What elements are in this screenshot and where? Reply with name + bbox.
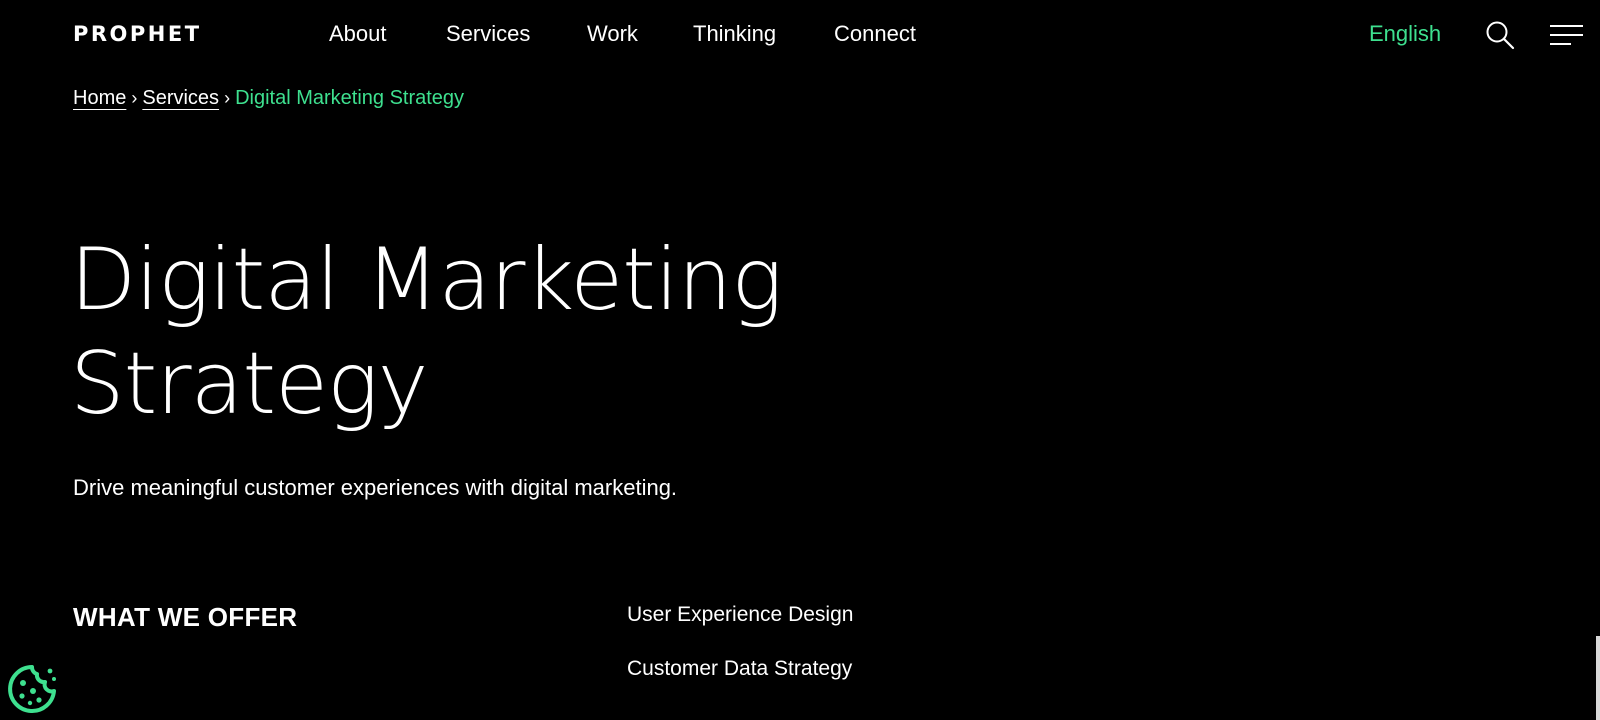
cookie-icon[interactable] [6,663,58,715]
page-subtitle: Drive meaningful customer experiences wi… [73,475,678,500]
nav-about[interactable]: About [329,21,387,47]
breadcrumb-services[interactable]: Services [142,87,219,109]
nav-work[interactable]: Work [587,21,638,47]
search-icon[interactable] [1485,20,1515,50]
breadcrumb: Home › Services › Digital Marketing Strategy [73,87,464,110]
page-title-line-1: Digital Marketing [70,230,783,330]
nav-connect[interactable]: Connect [834,21,916,47]
page: PROPHET About Services Work Thinking Con… [0,0,1600,720]
offer-heading: WHAT WE OFFER [73,602,298,632]
offer-list: User Experience Design Customer Data Str… [627,603,853,711]
breadcrumb-separator: › [131,88,138,108]
hamburger-menu-icon[interactable] [1549,21,1584,49]
language-selector[interactable]: English [1369,21,1441,47]
breadcrumb-current: Digital Marketing Strategy [235,87,465,109]
nav-thinking[interactable]: Thinking [693,21,776,47]
breadcrumb-separator: › [224,88,231,108]
offer-item-user-experience-design[interactable]: User Experience Design [627,603,853,657]
prophet-logo[interactable]: PROPHET [73,22,202,46]
breadcrumb-home[interactable]: Home [73,87,126,109]
page-title-line-2: Strategy [70,334,429,434]
offer-item-customer-data-strategy[interactable]: Customer Data Strategy [627,657,853,711]
nav-services[interactable]: Services [446,21,530,47]
page-title: Digital Marketing Strategy [70,228,870,436]
scrollbar[interactable] [1596,636,1600,720]
